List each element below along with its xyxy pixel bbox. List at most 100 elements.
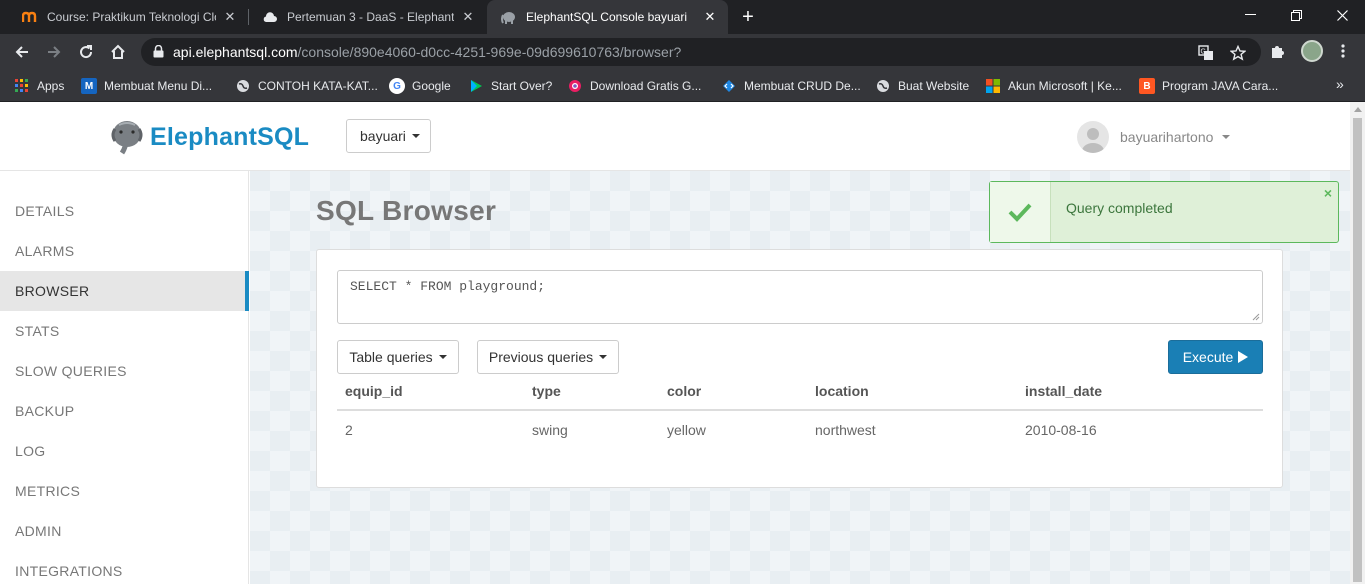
new-tab-button[interactable]: + [737,6,759,28]
username: bayuarihartono [1120,129,1214,145]
bookmark-contoh-kata[interactable]: CONTOH KATA-KAT... [235,76,378,96]
bookmark-membuat-menu[interactable]: M Membuat Menu Di... [81,76,212,96]
sidebar: DETAILS ALARMS BROWSER STATS SLOW QUERIE… [0,171,249,584]
column-header[interactable]: location [807,372,1017,411]
bookmark-label: Membuat Menu Di... [104,79,213,93]
sidebar-item-backup[interactable]: BACKUP [0,391,249,431]
scroll-up-arrow-icon[interactable] [1354,107,1362,112]
bookmark-apps[interactable]: Apps [14,76,64,96]
browser-tab-pertemuan[interactable]: Pertemuan 3 - DaaS - ElephantSQ ✕ [248,0,486,34]
sidebar-item-metrics[interactable]: METRICS [0,471,249,511]
bookmark-start-over[interactable]: Start Over? [468,76,552,96]
resize-handle-icon[interactable] [1252,313,1260,321]
table-row: 2 swing yellow northwest 2010-08-16 [337,410,1263,448]
close-icon[interactable]: × [1324,185,1332,201]
address-bar[interactable]: api.elephantsql.com/console/890e4060-d0c… [141,38,1261,66]
page-scrollbar[interactable] [1350,102,1365,584]
diamond-code-icon [721,78,737,94]
checkmark-icon [990,182,1051,242]
url-text: api.elephantsql.com/console/890e4060-d0c… [173,38,681,66]
brand-name: ElephantSQL [150,122,310,151]
bookmark-download-gratis[interactable]: Download Gratis G... [567,76,701,96]
sidebar-item-browser[interactable]: BROWSER [0,271,249,311]
elephantsql-logo[interactable]: ElephantSQL [110,119,309,155]
google-icon: G [389,78,405,94]
column-header[interactable]: type [524,372,659,411]
elephantsql-console: ElephantSQL bayuari bayuarihartono DETAI… [0,102,1365,584]
svg-text:G: G [1201,49,1206,56]
home-icon[interactable] [106,40,130,64]
browser-tab-course[interactable]: Course: Praktikum Teknologi Clou ✕ [8,0,248,34]
sql-query-input[interactable]: SELECT * FROM playground; [337,270,1263,324]
sidebar-item-integrations[interactable]: INTEGRATIONS [0,551,249,584]
success-toast: Query completed × [989,181,1339,243]
extensions-puzzle-icon[interactable] [1267,40,1289,62]
previous-queries-dropdown[interactable]: Previous queries [477,340,619,374]
sidebar-item-stats[interactable]: STATS [0,311,249,351]
window-close-button[interactable] [1319,0,1365,30]
bookmark-label: Apps [37,79,65,93]
minimize-button[interactable] [1227,0,1273,30]
play-icon [1238,351,1249,363]
lock-icon[interactable] [153,44,164,63]
close-icon[interactable]: ✕ [222,9,238,25]
table-cell: swing [532,421,568,438]
bookmark-label: Google [412,79,451,93]
bookmark-buat-website[interactable]: Buat Website [875,76,969,96]
table-header-row: equip_id type color location install_dat… [337,372,1263,411]
bookmark-label: Download Gratis G... [590,79,702,93]
sidebar-item-slow-queries[interactable]: SLOW QUERIES [0,351,249,391]
sidebar-item-alarms[interactable]: ALARMS [0,231,249,271]
toast-message: Query completed [1066,200,1173,216]
sql-query-text: SELECT * FROM playground; [350,279,546,294]
tab-title: ElephantSQL Console bayuari [526,10,687,24]
column-header[interactable]: color [659,372,807,411]
globe-icon [875,78,891,94]
menu-kebab-icon[interactable] [1332,40,1354,62]
table-cell: yellow [667,421,706,438]
app-header: ElephantSQL bayuari bayuarihartono [0,102,1350,171]
bookmarks-bar: Apps M Membuat Menu Di... CONTOH KATA-KA… [0,70,1365,102]
translate-icon[interactable]: G [1197,44,1215,62]
profile-avatar[interactable] [1301,40,1323,62]
browser-tab-elephantsql[interactable]: ElephantSQL Console bayuari ✕ [487,0,728,34]
execute-button[interactable]: Execute [1168,340,1263,374]
tab-title: Pertemuan 3 - DaaS - ElephantSQ [287,10,454,24]
column-header[interactable]: install_date [1017,372,1263,411]
previous-queries-label: Previous queries [488,349,594,365]
bookmark-google[interactable]: G Google [389,76,451,96]
tab-title: Course: Praktikum Teknologi Clou [47,10,216,24]
star-icon[interactable] [1229,44,1247,62]
blogger-icon: B [1139,78,1155,94]
restore-button[interactable] [1273,0,1319,30]
user-menu[interactable]: bayuarihartono [1077,121,1231,153]
scrollbar-thumb[interactable] [1353,118,1362,582]
play-store-icon [468,78,484,94]
sidebar-item-log[interactable]: LOG [0,431,249,471]
cloud-icon [262,9,278,25]
table-cell: 2010-08-16 [1025,421,1097,438]
bookmark-program-java[interactable]: B Program JAVA Cara... [1139,76,1278,96]
sidebar-item-details[interactable]: DETAILS [0,191,249,231]
column-header[interactable]: equip_id [337,372,524,411]
instance-name: bayuari [360,128,406,144]
chevron-down-icon [599,355,608,359]
sql-browser-panel: SELECT * FROM playground; Table queries … [316,249,1283,488]
bookmarks-overflow-icon[interactable]: » [1336,76,1344,92]
table-queries-dropdown[interactable]: Table queries [337,340,459,374]
page-title: SQL Browser [316,195,497,226]
avatar [1077,121,1109,153]
close-icon[interactable]: ✕ [702,9,718,25]
bookmark-akun-microsoft[interactable]: Akun Microsoft | Ke... [985,76,1122,96]
sidebar-item-admin[interactable]: ADMIN [0,511,249,551]
bookmark-label: CONTOH KATA-KAT... [258,79,378,93]
instance-dropdown[interactable]: bayuari [346,119,431,153]
reload-icon[interactable] [74,40,98,64]
forward-arrow-icon[interactable] [42,40,66,64]
back-arrow-icon[interactable] [10,40,34,64]
bookmark-label: Start Over? [491,79,553,93]
moodle-icon [22,9,38,25]
bookmark-label: Membuat CRUD De... [744,79,861,93]
close-icon[interactable]: ✕ [460,9,476,25]
bookmark-membuat-crud[interactable]: Membuat CRUD De... [721,76,861,96]
